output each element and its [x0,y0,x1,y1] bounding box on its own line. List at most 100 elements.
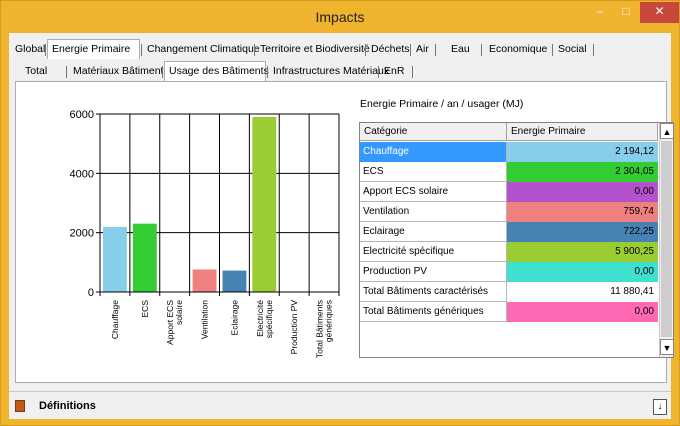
impact-category-tabs: Global Energie Primaire Changement Clima… [9,39,671,59]
bar-4[interactable] [222,270,247,292]
tab-air[interactable]: Air [412,42,436,59]
row-category-cell[interactable]: Total Bâtiments génériques [360,302,507,322]
definitions-bar[interactable]: Définitions ↓ [9,391,671,419]
row-category-cell[interactable]: ECS [360,162,507,182]
scroll-up-icon[interactable]: ▲ [660,123,674,139]
book-icon [15,400,25,412]
minimize-button[interactable]: – [587,2,613,23]
tab-separator [481,44,482,56]
column-header-category[interactable]: Catégorie [360,123,507,141]
x-tick-label: Production PV [289,300,299,355]
subtab-infrastructures-materiaux[interactable]: Infrastructures Matériaux [269,64,389,81]
y-tick-label: 0 [88,287,94,299]
x-tick-label-line: spécifique [264,300,274,339]
column-header-energie-primaire[interactable]: Energie Primaire [507,123,658,141]
y-tick-label: 6000 [70,109,94,121]
tab-separator [66,66,67,78]
tab-separator [267,66,268,78]
tab-separator [410,44,411,56]
expand-definitions-button[interactable]: ↓ [653,399,667,415]
subtab-materiaux-batiment[interactable]: Matériaux Bâtiment [69,64,164,81]
x-tick-label: Apport ECS solaire [165,300,184,345]
y-tick-label: 2000 [70,228,94,240]
table-row[interactable]: Electricité spécifique 5 900,25 [360,242,658,262]
tab-energie-primaire[interactable]: Energie Primaire [47,39,140,59]
tab-economique[interactable]: Economique [485,42,551,59]
bar-3[interactable] [192,269,217,292]
title-bar[interactable]: Impacts – □ ✕ [1,1,679,33]
x-tick-label-line: génériques [324,300,334,342]
tab-separator [552,44,553,56]
table-row[interactable]: ECS 2 304,05 [360,162,658,182]
close-button[interactable]: ✕ [640,2,679,23]
x-tick-label: Ventilation [200,300,210,339]
vertical-scrollbar[interactable]: ▲ ▼ [659,123,674,357]
subtab-enr[interactable]: EnR [380,64,410,81]
tab-separator [254,44,255,56]
row-category-cell[interactable]: Total Bâtiments caractérisés [360,282,507,302]
x-tick-label-line: Production PV [289,300,299,355]
bar-5[interactable] [252,116,277,292]
x-tick-label-line: ECS [140,300,150,318]
scroll-down-icon[interactable]: ▼ [660,339,674,355]
tab-separator [162,66,163,78]
tab-separator [365,44,366,56]
table-row[interactable]: Chauffage 2 194,12 [360,142,658,162]
tab-separator [378,66,379,78]
row-value-cell[interactable]: 2 304,05 [507,162,658,182]
window-title: Impacts [315,9,365,25]
row-value-cell[interactable]: 5 900,25 [507,242,658,262]
tab-global[interactable]: Global [11,42,47,59]
tab-changement-climatique[interactable]: Changement Climatique [143,42,260,59]
subtab-usage-des-batiments[interactable]: Usage des Bâtiments [164,61,269,81]
tab-separator [435,44,436,56]
maximize-button[interactable]: □ [613,2,639,23]
tab-eau[interactable]: Eau [447,42,479,59]
energy-bar-chart: 0 2000 4000 6000 Chauffage ECS Apport ECS solai… [70,109,340,358]
subtab-total[interactable]: Total [21,64,57,81]
x-tick-label-line: Eclairage [229,300,239,336]
usage-subtabs: Total Matériaux Bâtiment Usage des Bâtim… [9,61,671,81]
table-row[interactable]: Eclairage 722,25 [360,222,658,242]
table-row[interactable]: Apport ECS solaire 0,00 [360,182,658,202]
grid-header: Catégorie Energie Primaire [360,123,658,141]
x-tick-label: Electricité spécifique [255,300,274,339]
x-tick-label-line: Chauffage [110,300,120,339]
definitions-label: Définitions [39,400,96,412]
tab-territoire-biodiversite[interactable]: Territoire et Biodiversité [256,42,370,59]
row-category-cell[interactable]: Eclairage [360,222,507,242]
row-value-cell[interactable]: 2 194,12 [507,142,658,162]
content-panel: 0 2000 4000 6000 Chauffage ECS Apport ECS solai… [15,81,674,383]
row-value-cell[interactable]: 0,00 [507,182,658,202]
y-tick-label: 4000 [70,168,94,180]
x-tick-label: Chauffage [110,300,120,339]
row-category-cell[interactable]: Chauffage [360,142,507,162]
energy-data-grid: Catégorie Energie Primaire Chauffage 2 19… [359,122,674,358]
scroll-thumb[interactable] [661,141,672,337]
table-row[interactable]: Ventilation 759,74 [360,202,658,222]
row-category-cell[interactable]: Production PV [360,262,507,282]
row-category-cell[interactable]: Electricité spécifique [360,242,507,262]
row-category-cell[interactable]: Ventilation [360,202,507,222]
tab-separator [45,44,46,56]
x-tick-label-line: Ventilation [200,300,210,339]
x-tick-label-line: solaire [174,300,184,325]
row-category-cell[interactable]: Apport ECS solaire [360,182,507,202]
tab-separator [412,66,413,78]
impacts-window: Impacts – □ ✕ Global Energie Primaire Ch… [0,0,680,426]
tab-social[interactable]: Social [554,42,592,59]
table-title: Energie Primaire / an / usager (MJ) [360,98,524,110]
bar-1[interactable] [132,223,157,292]
row-value-cell[interactable]: 0,00 [507,262,658,282]
table-row[interactable]: Production PV 0,00 [360,262,658,282]
tab-separator [141,44,142,56]
row-value-cell[interactable]: 0,00 [507,302,658,322]
table-row[interactable]: Total Bâtiments caractérisés 11 880,41 [360,282,658,302]
tab-dechets[interactable]: Déchets [367,42,413,59]
row-value-cell[interactable]: 11 880,41 [507,282,658,302]
bar-0[interactable] [103,226,127,292]
table-row[interactable]: Total Bâtiments génériques 0,00 [360,302,658,322]
x-tick-label: Total Bâtiments génériques [315,300,334,358]
row-value-cell[interactable]: 722,25 [507,222,658,242]
row-value-cell[interactable]: 759,74 [507,202,658,222]
